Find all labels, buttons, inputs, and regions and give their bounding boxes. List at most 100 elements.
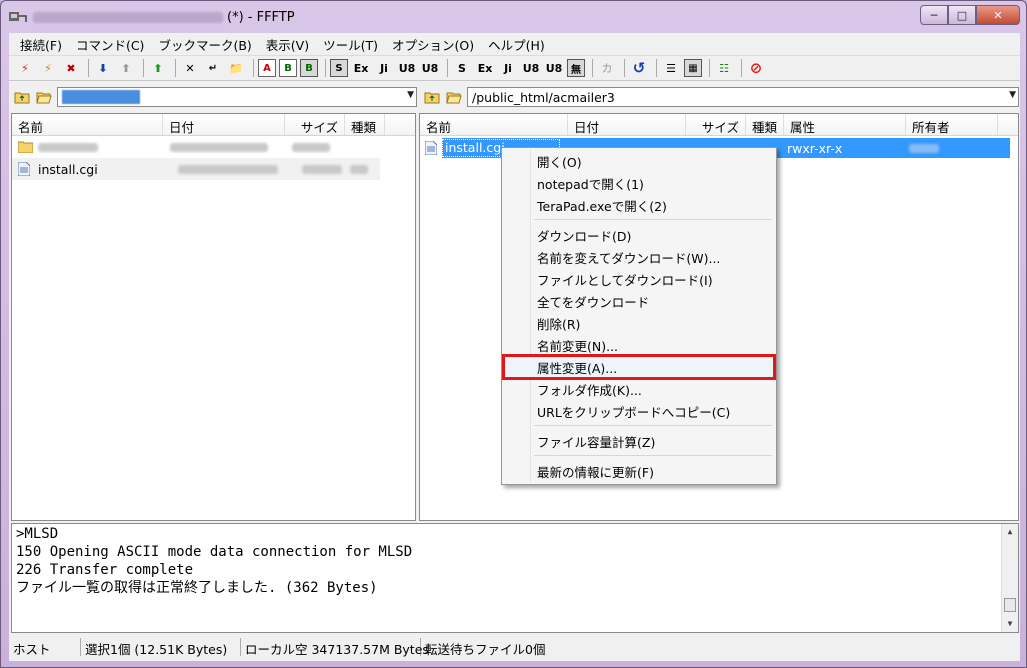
scroll-thumb[interactable] xyxy=(1004,598,1016,612)
scroll-down-icon[interactable]: ▼ xyxy=(1002,616,1018,632)
download-icon[interactable]: ⬇ xyxy=(93,58,113,78)
refresh-icon[interactable]: ↺ xyxy=(629,58,649,78)
connect-icon[interactable]: ⚡ xyxy=(15,58,35,78)
sjis-icon[interactable]: S xyxy=(330,59,348,77)
local-file-list[interactable]: 名前 日付 サイズ 種類 install.cgi xyxy=(11,113,416,521)
utf8-bom-icon[interactable]: U8 xyxy=(420,58,440,78)
folder-icon xyxy=(18,141,34,153)
col-type[interactable]: 種類 xyxy=(345,114,385,135)
no-conversion-icon[interactable]: 無 xyxy=(567,59,585,77)
menu-item-create-folder[interactable]: フォルダ作成(K)... xyxy=(504,378,774,400)
remote-list-header: 名前 日付 サイズ 種類 属性 所有者 xyxy=(420,114,1018,136)
detail-view-icon[interactable]: ▦ xyxy=(684,59,702,77)
ascii-mode-icon[interactable]: A xyxy=(258,59,276,77)
menu-item-download[interactable]: ダウンロード(D) xyxy=(504,224,774,246)
col-attr[interactable]: 属性 xyxy=(784,114,906,135)
upload-icon[interactable]: ⬆ xyxy=(116,58,136,78)
log-panel[interactable]: >MLSD 150 Opening ASCII mode data connec… xyxy=(11,523,1019,633)
menu-bookmark[interactable]: ブックマーク(B) xyxy=(151,35,258,54)
menu-item-download-all[interactable]: 全てをダウンロード xyxy=(504,290,774,312)
toolbar-separator xyxy=(656,59,657,77)
rename-icon[interactable]: ↵ xyxy=(203,58,223,78)
close-button[interactable]: ✕ xyxy=(976,5,1020,25)
menu-help[interactable]: ヘルプ(H) xyxy=(481,35,552,54)
delete-icon[interactable]: ✕ xyxy=(180,58,200,78)
menu-item-change-attributes[interactable]: 属性変更(A)... xyxy=(502,354,776,380)
menu-item-open[interactable]: 開く(O) xyxy=(504,150,774,172)
parent-folder-up-icon[interactable]: ⬆ xyxy=(148,58,168,78)
menu-item-download-rename[interactable]: 名前を変えてダウンロード(W)... xyxy=(504,246,774,268)
kana-convert-icon[interactable]: カ xyxy=(597,58,617,78)
remote-path-combobox[interactable]: /public_html/acmailer3 ▼ xyxy=(467,87,1019,107)
col-owner[interactable]: 所有者 xyxy=(906,114,998,135)
local-utf8-icon[interactable]: U8 xyxy=(521,58,541,78)
local-euc-icon[interactable]: Ex xyxy=(475,58,495,78)
log-scrollbar[interactable]: ▲ ▼ xyxy=(1001,524,1018,632)
menu-options[interactable]: オプション(O) xyxy=(385,35,481,54)
menu-connect[interactable]: 接続(F) xyxy=(13,35,69,54)
redacted-date xyxy=(170,142,268,152)
menu-item-download-as-file[interactable]: ファイルとしてダウンロード(I) xyxy=(504,268,774,290)
title-bar[interactable]: (*) - FFFTP ─ □ ✕ xyxy=(1,1,1026,33)
col-name[interactable]: 名前 xyxy=(12,114,163,135)
local-list-header: 名前 日付 サイズ 種類 xyxy=(12,114,415,136)
redacted-date xyxy=(178,164,278,174)
utf8-icon[interactable]: U8 xyxy=(397,58,417,78)
scroll-up-icon[interactable]: ▲ xyxy=(1002,524,1018,540)
minimize-button[interactable]: ─ xyxy=(920,5,948,25)
redacted-host-name xyxy=(33,12,223,23)
redacted-folder-name xyxy=(38,142,98,152)
list-item[interactable]: install.cgi xyxy=(12,158,380,180)
binary-mode-icon[interactable]: B xyxy=(279,59,297,77)
chevron-down-icon[interactable]: ▼ xyxy=(407,90,414,100)
redacted-local-path xyxy=(62,90,140,104)
euc-icon[interactable]: Ex xyxy=(351,58,371,78)
menu-command[interactable]: コマンド(C) xyxy=(69,35,151,54)
menu-separator xyxy=(504,452,774,460)
menu-item-refresh[interactable]: 最新の情報に更新(F) xyxy=(504,460,774,482)
local-path-bar: ▼ xyxy=(13,85,417,109)
local-jis-icon[interactable]: Ji xyxy=(498,58,518,78)
remote-path-value: /public_html/acmailer3 xyxy=(472,89,615,105)
quick-connect-icon[interactable]: ⚡ xyxy=(38,58,58,78)
local-sjis-icon[interactable]: S xyxy=(452,58,472,78)
menu-tools[interactable]: ツール(T) xyxy=(316,35,385,54)
remote-parent-folder-icon[interactable] xyxy=(423,88,441,106)
list-item[interactable] xyxy=(12,136,415,158)
maximize-button[interactable]: □ xyxy=(948,5,976,25)
log-line: 226 Transfer complete xyxy=(16,562,194,578)
list-view-icon[interactable]: ☰ xyxy=(661,58,681,78)
col-date[interactable]: 日付 xyxy=(163,114,285,135)
local-utf8-bom-icon[interactable]: U8 xyxy=(544,58,564,78)
remote-open-folder-icon[interactable] xyxy=(445,88,463,106)
window-title: (*) - FFFTP xyxy=(33,10,295,25)
sync-folders-icon[interactable]: ☷ xyxy=(714,58,734,78)
new-folder-icon[interactable]: 📁 xyxy=(226,58,246,78)
log-line: ファイル一覧の取得は正常終了しました. (362 Bytes) xyxy=(16,580,378,596)
file-name: install.cgi xyxy=(38,161,98,177)
menu-item-delete[interactable]: 削除(R) xyxy=(504,312,774,334)
col-type[interactable]: 種類 xyxy=(746,114,784,135)
col-date[interactable]: 日付 xyxy=(568,114,686,135)
ffftp-app-icon xyxy=(9,12,27,22)
local-open-folder-icon[interactable] xyxy=(35,88,53,106)
toolbar-separator xyxy=(624,59,625,77)
chevron-down-icon[interactable]: ▼ xyxy=(1009,90,1016,100)
menu-item-open-notepad[interactable]: notepadで開く(1) xyxy=(504,172,774,194)
menu-item-rename[interactable]: 名前変更(N)... xyxy=(504,334,774,356)
menu-item-calc-size[interactable]: ファイル容量計算(Z) xyxy=(504,430,774,452)
local-path-combobox[interactable]: ▼ xyxy=(57,87,417,107)
col-size[interactable]: サイズ xyxy=(285,114,345,135)
col-name[interactable]: 名前 xyxy=(420,114,568,135)
stop-icon[interactable]: ⊘ xyxy=(746,58,766,78)
auto-mode-icon[interactable]: B xyxy=(300,59,318,77)
jis-icon[interactable]: Ji xyxy=(374,58,394,78)
menu-item-copy-url[interactable]: URLをクリップボードへコピー(C) xyxy=(504,400,774,422)
toolbar-separator xyxy=(175,59,176,77)
menu-item-open-terapad[interactable]: TeraPad.exeで開く(2) xyxy=(504,194,774,216)
status-queue: 転送待ちファイル0個 xyxy=(425,642,546,657)
menu-view[interactable]: 表示(V) xyxy=(259,35,316,54)
col-size[interactable]: サイズ xyxy=(686,114,746,135)
local-parent-folder-icon[interactable] xyxy=(13,88,31,106)
disconnect-icon[interactable]: ✖ xyxy=(61,58,81,78)
